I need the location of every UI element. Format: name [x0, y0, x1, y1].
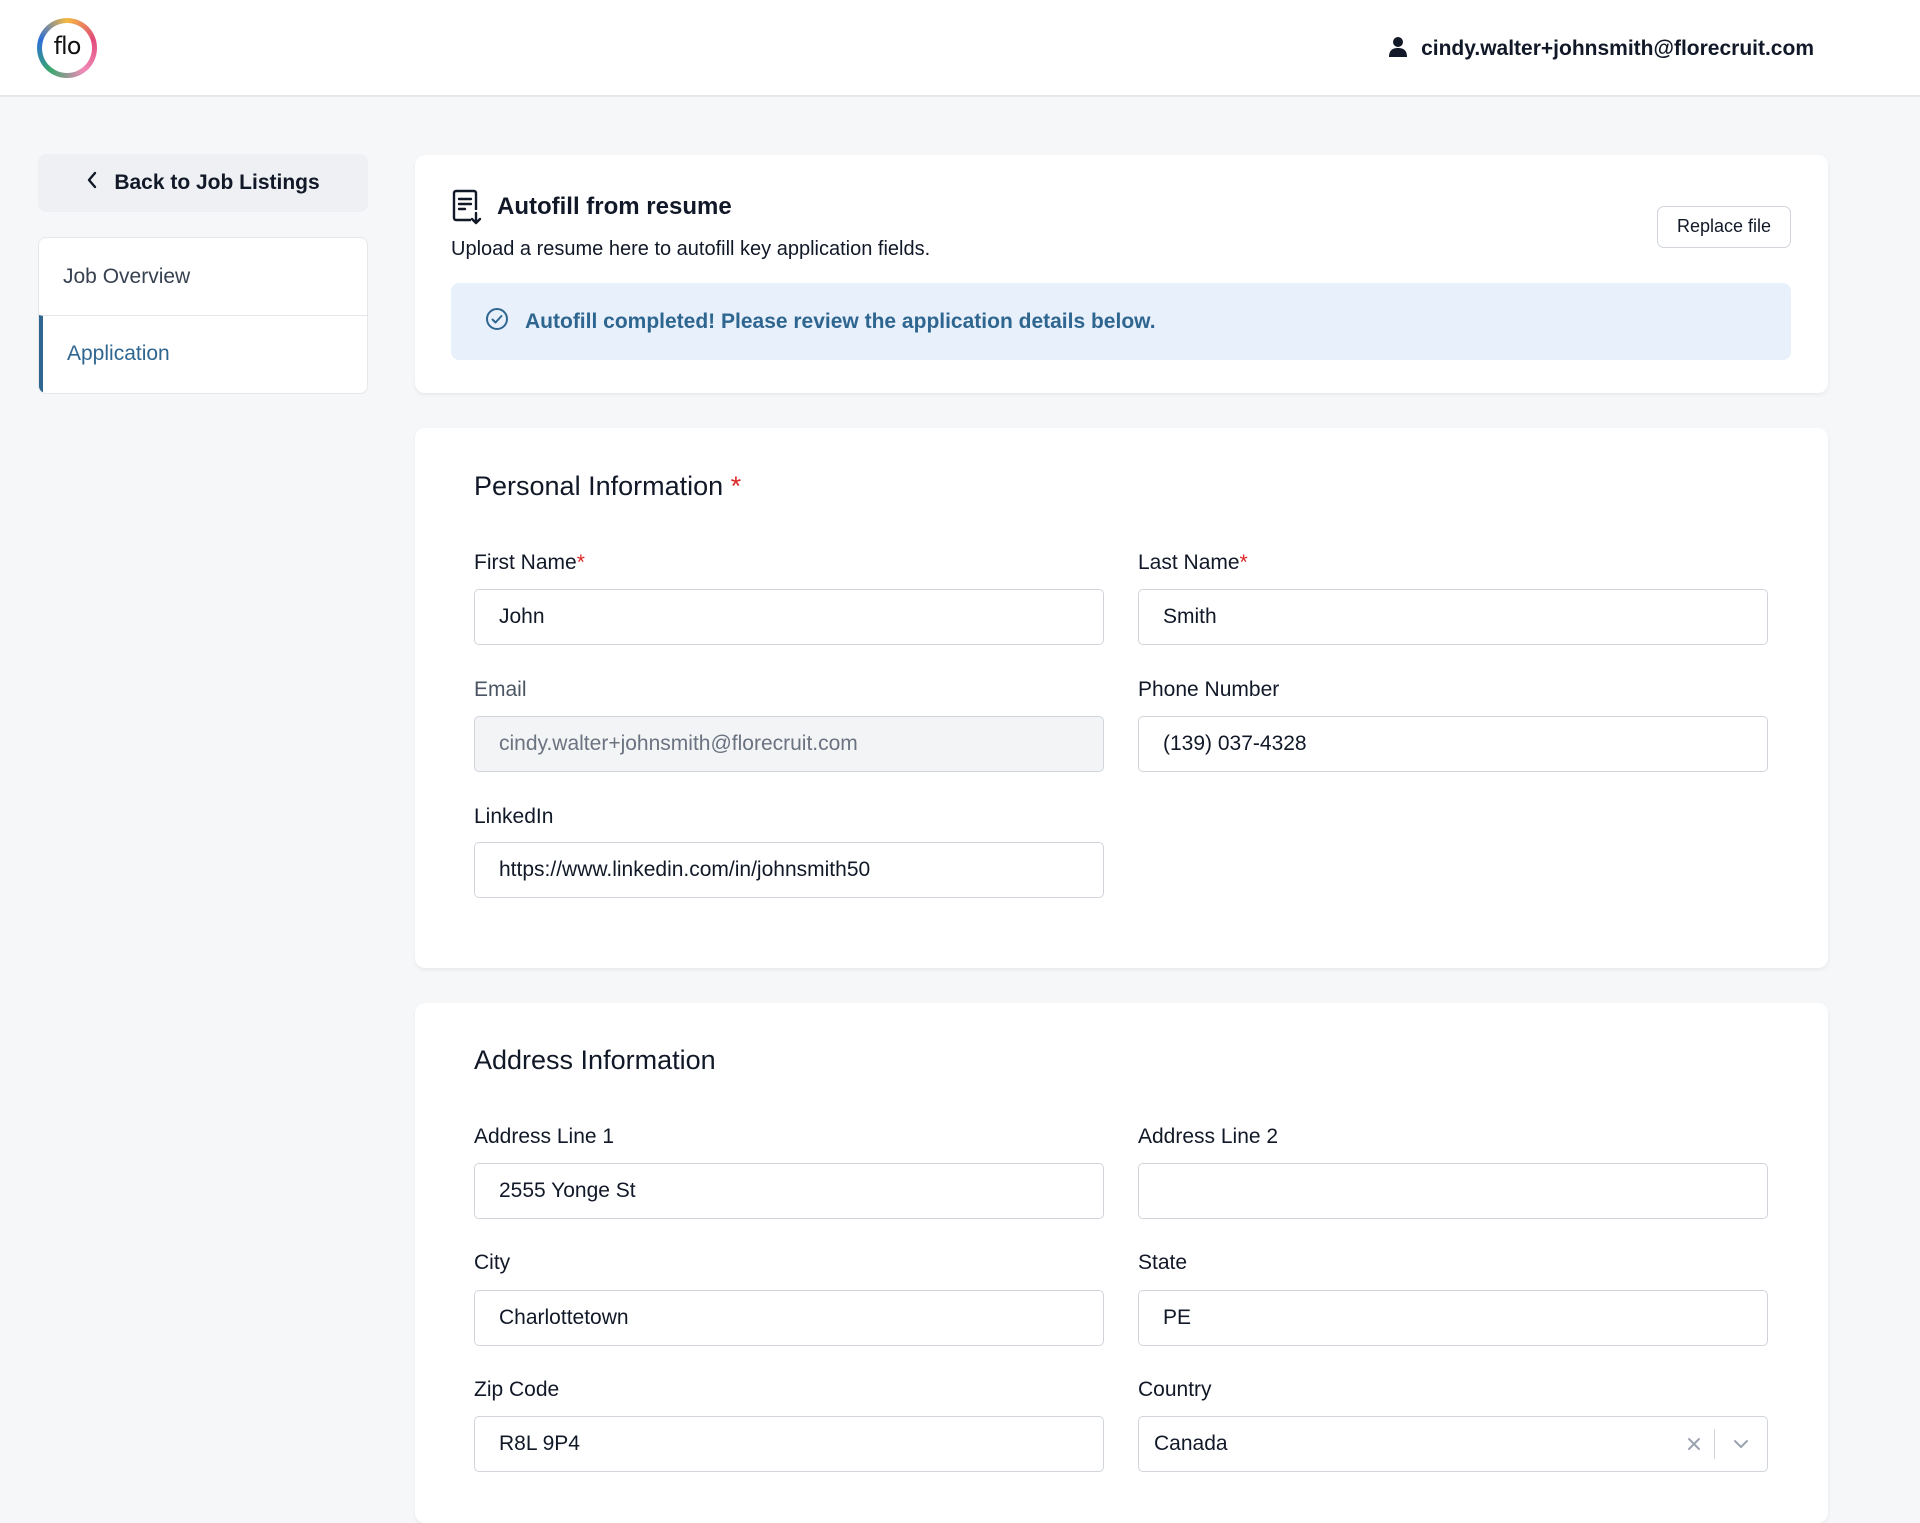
clear-selection-icon[interactable] — [1674, 1417, 1714, 1470]
address-information-title: Address Information — [474, 1045, 716, 1075]
replace-file-button[interactable]: Replace file — [1657, 206, 1791, 248]
back-button-label: Back to Job Listings — [114, 171, 320, 194]
city-label: City — [474, 1251, 511, 1274]
logo-text: flo — [42, 23, 92, 73]
top-bar: flo cindy.walter+johnsmith@florecruit.co… — [0, 0, 1920, 97]
back-to-job-listings-button[interactable]: Back to Job Listings — [38, 154, 368, 212]
first-name-input[interactable]: John — [474, 589, 1104, 645]
address-line-2-input[interactable] — [1138, 1163, 1768, 1219]
sidebar-item-job-overview[interactable]: Job Overview — [39, 238, 367, 315]
address-line-1-label: Address Line 1 — [474, 1125, 615, 1148]
zip-code-label: Zip Code — [474, 1378, 560, 1401]
last-name-input[interactable]: Smith — [1138, 589, 1768, 645]
sidebar-item-application[interactable]: Application — [39, 315, 367, 392]
linkedin-label: LinkedIn — [474, 805, 554, 828]
state-input[interactable]: PE — [1138, 1290, 1768, 1346]
chevron-left-icon — [86, 170, 98, 196]
user-menu[interactable]: cindy.walter+johnsmith@florecruit.com — [1388, 34, 1814, 64]
address-line-1-input[interactable]: 2555 Yonge St — [474, 1163, 1104, 1219]
required-marker: * — [1239, 551, 1248, 574]
autofill-status-banner: Autofill completed! Please review the ap… — [451, 283, 1791, 360]
chevron-down-icon[interactable] — [1715, 1417, 1767, 1470]
autofill-description: Upload a resume here to autofill key app… — [451, 238, 931, 260]
user-icon — [1388, 36, 1408, 63]
personal-information-title: Personal Information * — [474, 471, 741, 502]
country-label: Country — [1138, 1378, 1212, 1401]
address-line-2-label: Address Line 2 — [1138, 1125, 1279, 1148]
section-title-text: Personal Information — [474, 471, 724, 501]
check-circle-icon — [485, 307, 509, 336]
zip-code-input[interactable]: R8L 9P4 — [474, 1416, 1104, 1472]
user-email: cindy.walter+johnsmith@florecruit.com — [1421, 37, 1814, 60]
side-nav: Job Overview Application — [38, 237, 368, 394]
autofill-card: Autofill from resume Upload a resume her… — [415, 155, 1828, 393]
state-label: State — [1138, 1251, 1188, 1274]
required-marker: * — [730, 471, 742, 501]
last-name-label: Last Name* — [1138, 551, 1248, 575]
required-marker: * — [576, 551, 585, 574]
country-selected-value: Canada — [1154, 1432, 1228, 1455]
last-name-label-text: Last Name — [1138, 551, 1240, 574]
first-name-label: First Name* — [474, 551, 585, 575]
email-field: cindy.walter+johnsmith@florecruit.com — [474, 716, 1104, 772]
email-label: Email — [474, 678, 527, 701]
autofill-status-text: Autofill completed! Please review the ap… — [525, 309, 1156, 333]
resume-upload-icon — [451, 189, 483, 230]
linkedin-input[interactable]: https://www.linkedin.com/in/johnsmith50 — [474, 842, 1104, 898]
phone-number-input[interactable]: (139) 037-4328 — [1138, 716, 1768, 772]
personal-information-card: Personal Information * First Name* John … — [415, 428, 1828, 968]
autofill-title: Autofill from resume — [497, 193, 732, 220]
city-input[interactable]: Charlottetown — [474, 1290, 1104, 1346]
first-name-label-text: First Name — [474, 551, 577, 574]
address-information-card: Address Information Address Line 1 2555 … — [415, 1003, 1828, 1523]
phone-number-label: Phone Number — [1138, 678, 1280, 701]
country-select[interactable]: Canada — [1138, 1416, 1768, 1472]
flo-logo[interactable]: flo — [37, 18, 97, 78]
select-controls — [1674, 1417, 1768, 1470]
